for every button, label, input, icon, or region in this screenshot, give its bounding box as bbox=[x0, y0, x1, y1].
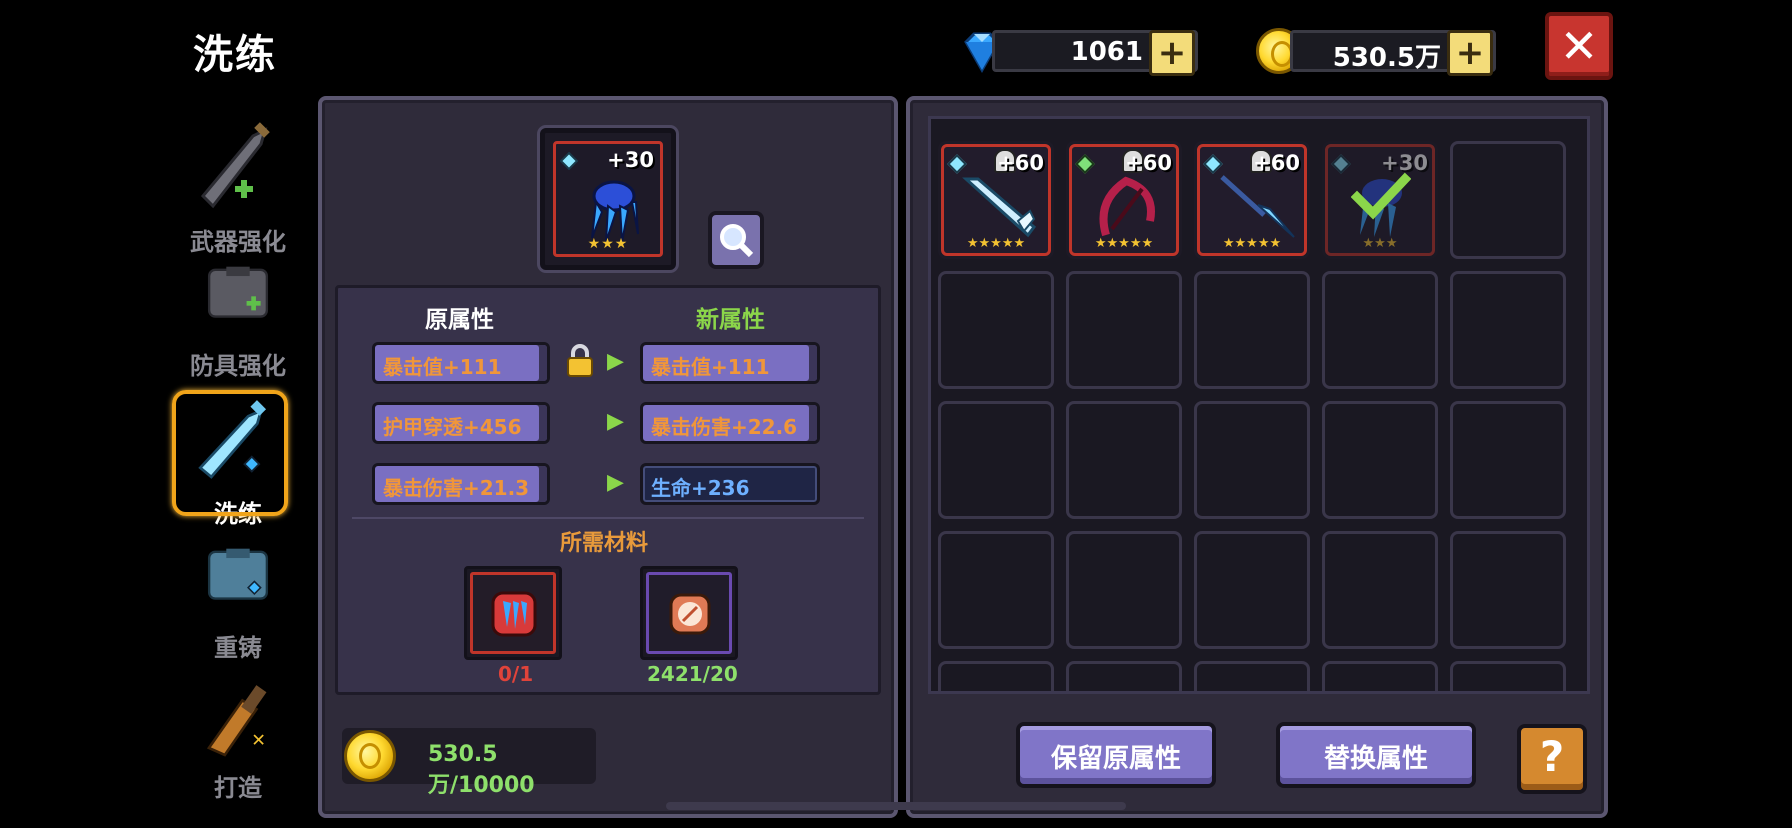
inventory-slot-empty[interactable] bbox=[1450, 271, 1566, 389]
lock-icon[interactable] bbox=[565, 344, 595, 378]
home-indicator bbox=[666, 802, 1126, 810]
inventory-slot[interactable]: +60 ★★★★★ bbox=[938, 141, 1054, 259]
inspect-button[interactable] bbox=[708, 211, 764, 269]
item-level: +30 bbox=[607, 148, 654, 172]
old-attribute-1: 暴击值+111 bbox=[372, 342, 550, 384]
inventory-slot-empty[interactable] bbox=[938, 661, 1054, 691]
inventory-slot-empty[interactable] bbox=[1194, 271, 1310, 389]
close-icon: ✕ bbox=[1559, 19, 1599, 73]
gold-currency: 530.5万 + bbox=[1256, 28, 1496, 76]
claw-material-icon bbox=[491, 591, 537, 637]
inventory-slot-empty[interactable] bbox=[1194, 401, 1310, 519]
inventory-slot-empty[interactable] bbox=[1066, 661, 1182, 691]
inventory-slot-empty[interactable] bbox=[1322, 531, 1438, 649]
inventory-slot[interactable]: +60 ★★★★★ bbox=[1194, 141, 1310, 259]
inventory-slot-empty[interactable] bbox=[1194, 661, 1310, 691]
blue-claw-icon bbox=[591, 180, 639, 243]
add-gold-button[interactable]: + bbox=[1447, 30, 1493, 76]
sidebar-item-weapon-upgrade[interactable]: 武器强化 bbox=[178, 116, 298, 257]
divider bbox=[352, 517, 864, 519]
old-attributes-header: 原属性 bbox=[425, 307, 494, 333]
sidebar-item-label: 武器强化 bbox=[190, 228, 286, 256]
refine-sword-icon bbox=[198, 400, 267, 479]
gold-coin-icon bbox=[344, 730, 396, 782]
arrow-icon: ▶ bbox=[607, 409, 624, 434]
item-frame: +60 ★★★★★ bbox=[1069, 144, 1179, 256]
gem-amount: 1061 bbox=[1070, 37, 1143, 67]
help-button[interactable]: ? bbox=[1517, 724, 1587, 794]
inventory-slot-empty[interactable] bbox=[1066, 401, 1182, 519]
item-frame: +60 ★★★★★ bbox=[1197, 144, 1307, 256]
inventory-slot-empty[interactable] bbox=[1066, 531, 1182, 649]
sidebar-item-label: 打造 bbox=[214, 774, 262, 802]
item-stars: ★★★★★ bbox=[1094, 236, 1154, 251]
checkmark-icon bbox=[1351, 172, 1411, 220]
item-stars: ★★★ bbox=[587, 236, 629, 252]
scroll-material-icon bbox=[669, 593, 711, 635]
arrow-icon: ▶ bbox=[607, 349, 624, 374]
add-gems-button[interactable]: + bbox=[1149, 30, 1195, 76]
sidebar-item-label: 重铸 bbox=[214, 634, 262, 662]
new-attributes-header: 新属性 bbox=[696, 307, 765, 333]
armor-upgrade-icon bbox=[207, 266, 269, 318]
item-stars: ★★★★★ bbox=[1222, 236, 1282, 251]
gem-bar: 1061 + bbox=[992, 30, 1198, 76]
inventory-slot-empty[interactable] bbox=[1322, 271, 1438, 389]
item-frame: +60 ★★★★★ bbox=[941, 144, 1051, 256]
crimson-bow-icon bbox=[1099, 176, 1155, 237]
arrow-icon: ▶ bbox=[607, 470, 624, 495]
inventory-slot-empty[interactable] bbox=[1194, 531, 1310, 649]
inventory-slot-empty[interactable] bbox=[1450, 661, 1566, 691]
sidebar-item-armor-upgrade[interactable]: 防具强化 bbox=[178, 262, 298, 381]
new-attribute-1: 暴击值+111 bbox=[640, 342, 820, 384]
inventory-slot-empty[interactable] bbox=[938, 401, 1054, 519]
gold-amount: 530.5万 bbox=[1332, 43, 1441, 73]
sword-upgrade-icon bbox=[200, 122, 270, 209]
svg-text:✕: ✕ bbox=[251, 731, 266, 751]
old-attribute-2: 护甲穿透+456 bbox=[372, 402, 550, 444]
gold-cost-bar: 530.5万/10000 bbox=[342, 728, 596, 798]
inventory-grid: +60 ★★★★★ +60 ★★★★★ +60 ★★★★★ +30 ★★★ bbox=[928, 116, 1590, 694]
gem-socket-icon bbox=[560, 152, 578, 170]
ice-spear-icon bbox=[1220, 175, 1295, 238]
old-attribute-3: 暴击伤害+21.3 bbox=[372, 463, 550, 505]
keep-original-button[interactable]: 保留原属性 bbox=[1016, 722, 1216, 788]
inventory-slot-empty[interactable] bbox=[938, 271, 1054, 389]
close-button[interactable]: ✕ bbox=[1545, 12, 1613, 80]
gold-cost-text: 530.5万/10000 bbox=[428, 742, 535, 798]
gem-currency: 1061 + bbox=[958, 28, 1198, 76]
item-stars: ★★★★★ bbox=[966, 236, 1026, 251]
ice-sword-icon bbox=[962, 177, 1037, 238]
forge-icon: ✕ bbox=[206, 685, 267, 757]
inventory-slot-empty[interactable] bbox=[1322, 401, 1438, 519]
inventory-slot-empty[interactable] bbox=[1322, 661, 1438, 691]
sidebar-item-forge[interactable]: ✕ 打造 bbox=[178, 674, 298, 803]
page-title: 洗练 bbox=[193, 32, 277, 78]
replace-attributes-button[interactable]: 替换属性 bbox=[1276, 722, 1476, 788]
inventory-slot[interactable]: +60 ★★★★★ bbox=[1066, 141, 1182, 259]
sidebar-item-refine[interactable]: 洗练 bbox=[172, 390, 298, 529]
materials-title: 所需材料 bbox=[560, 531, 649, 556]
inventory-slot-empty[interactable] bbox=[1066, 271, 1182, 389]
inventory-slot-empty[interactable] bbox=[938, 531, 1054, 649]
material-count-1: 0/1 bbox=[498, 662, 534, 686]
gold-bar: 530.5万 + bbox=[1290, 30, 1496, 76]
new-attribute-2: 暴击伤害+22.6 bbox=[640, 402, 820, 444]
magnifier-icon bbox=[720, 224, 754, 258]
new-attribute-3: 生命+236 bbox=[640, 463, 820, 505]
material-slot-1[interactable] bbox=[464, 566, 562, 660]
inventory-slot-empty[interactable] bbox=[1450, 141, 1566, 259]
material-count-2: 2421/20 bbox=[647, 662, 738, 686]
selected-item-frame: +30 ★★★ bbox=[553, 141, 663, 257]
reforge-armor-icon bbox=[207, 548, 269, 600]
sidebar-item-reforge[interactable]: 重铸 bbox=[178, 544, 298, 663]
selected-item-slot[interactable]: +30 ★★★ bbox=[540, 128, 676, 270]
inventory-slot-empty[interactable] bbox=[1450, 401, 1566, 519]
material-slot-2[interactable] bbox=[640, 566, 738, 660]
sidebar-item-label: 防具强化 bbox=[190, 352, 286, 380]
inventory-slot-empty[interactable] bbox=[1450, 531, 1566, 649]
item-stars: ★★★ bbox=[1362, 236, 1398, 251]
